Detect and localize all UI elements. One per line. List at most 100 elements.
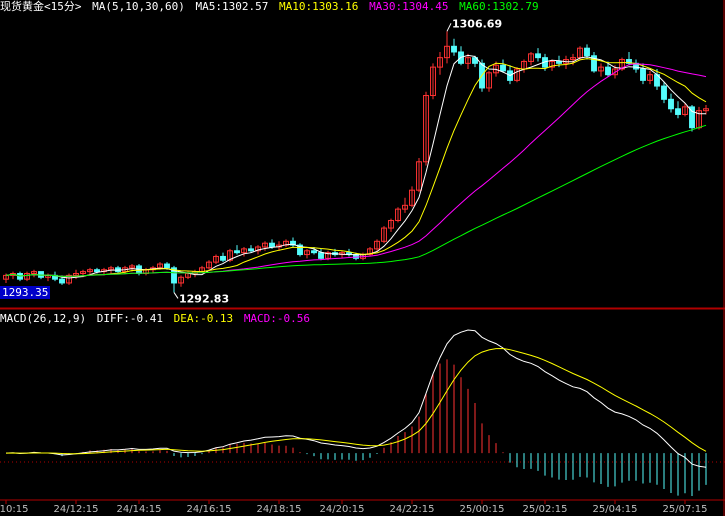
candle — [234, 245, 240, 255]
candle — [451, 38, 457, 56]
candle — [388, 218, 394, 232]
candle-body — [59, 278, 65, 284]
candle — [430, 63, 436, 100]
candle — [521, 59, 527, 73]
candle-body — [556, 60, 562, 64]
candle — [423, 91, 429, 166]
candle — [675, 101, 681, 119]
candle — [535, 48, 541, 62]
annotation-pointer — [173, 292, 179, 299]
candle — [143, 267, 149, 276]
candle — [374, 239, 380, 251]
candle — [549, 59, 555, 71]
x-tick-label: 24/10:15 — [0, 504, 28, 515]
x-axis-ticks: 24/10:15 24/12:15 24/14:15 24/16:15 24/18:15… — [0, 500, 707, 515]
candle — [31, 269, 37, 278]
candle — [220, 252, 226, 263]
candle-body — [675, 108, 681, 115]
macd-params-label: MACD(26,12,9) — [0, 312, 87, 325]
candle — [598, 63, 604, 77]
candle — [458, 46, 464, 66]
diff-line — [5, 329, 707, 468]
candle — [304, 248, 310, 259]
chart-canvas: 1306.691292.83 24/10:1524/12:1524/14:152… — [0, 0, 725, 516]
candle — [10, 271, 16, 280]
candle — [290, 237, 296, 247]
candle-body — [94, 269, 100, 273]
instrument-title[interactable]: 现货黄金<15分> — [0, 0, 82, 13]
x-tick-label: 24/12:15 — [54, 504, 99, 515]
candle — [661, 82, 667, 104]
candle-body — [535, 53, 541, 59]
candle — [444, 31, 450, 64]
candle — [297, 243, 303, 257]
x-tick-label: 24/18:15 — [257, 504, 302, 515]
candle — [416, 158, 422, 193]
x-tick-label: 25/00:15 — [460, 504, 505, 515]
candle — [647, 70, 653, 85]
candle — [395, 207, 401, 223]
ma-params-label: MA(5,10,30,60) — [92, 0, 185, 13]
x-tick-label: 24/20:15 — [320, 504, 365, 515]
candle — [437, 51, 443, 75]
candle — [24, 271, 30, 282]
candle — [402, 197, 408, 213]
candle — [213, 254, 219, 265]
ma5-value: MA5:1302.57 — [195, 0, 269, 13]
candle-body — [220, 255, 226, 261]
candle-body — [451, 45, 457, 53]
ma10-value: MA10:1303.16 — [278, 0, 359, 13]
candle — [283, 239, 289, 247]
candle — [514, 67, 520, 83]
candle — [563, 55, 569, 70]
candle — [472, 55, 478, 68]
candle-body — [584, 47, 590, 57]
candle-body — [234, 250, 240, 254]
candle — [346, 248, 352, 257]
candle-body — [661, 85, 667, 100]
candle — [367, 246, 373, 257]
ma-legend: 现货黄金<15分> MA(5,10,30,60) MA5:1302.57 MA1… — [0, 0, 543, 14]
candle — [486, 70, 492, 92]
ma10-line — [5, 58, 707, 277]
candle — [318, 248, 324, 261]
macd-histogram — [12, 359, 707, 496]
dea-line — [5, 347, 707, 455]
ma30-value: MA30:1304.45 — [369, 0, 449, 13]
candle — [500, 59, 506, 73]
candle-body — [164, 263, 170, 269]
candle-body — [248, 248, 254, 252]
x-tick-label: 24/14:15 — [117, 504, 162, 515]
x-tick-label: 25/04:15 — [593, 504, 638, 515]
ma60-value: MA60:1302.79 — [459, 0, 539, 13]
candle-body — [605, 66, 611, 76]
candle — [66, 273, 72, 285]
candle-body — [668, 98, 674, 110]
macd-value: MACD:-0.56 — [243, 312, 311, 325]
x-tick-label: 25/02:15 — [523, 504, 568, 515]
annotation-label: 1292.83 — [179, 292, 229, 305]
candle — [668, 93, 674, 113]
candle-body — [500, 64, 506, 72]
candle-body — [318, 252, 324, 259]
candle — [591, 51, 597, 73]
candle — [381, 226, 387, 244]
candle — [241, 246, 247, 257]
candle — [696, 106, 702, 130]
candle — [409, 186, 415, 208]
diff-value: DIFF:-0.41 — [96, 312, 163, 325]
candle — [178, 275, 184, 287]
x-tick-label: 24/16:15 — [187, 504, 232, 515]
high-annotation: 1306.69 — [446, 17, 502, 32]
macd-legend: MACD(26,12,9) DIFF:-0.41 DEA:-0.13 MACD:… — [0, 312, 314, 326]
price-annotations: 1306.69 1292.83 — [173, 17, 502, 305]
current-price-label: 1293.35 — [0, 286, 51, 299]
macd-lines — [5, 329, 707, 468]
candle — [703, 104, 709, 115]
candle-body — [311, 250, 317, 254]
moving-average-lines — [5, 54, 707, 279]
low-annotation: 1292.83 — [173, 292, 229, 305]
candle — [206, 260, 212, 270]
candle — [633, 59, 639, 73]
candle — [528, 51, 534, 66]
